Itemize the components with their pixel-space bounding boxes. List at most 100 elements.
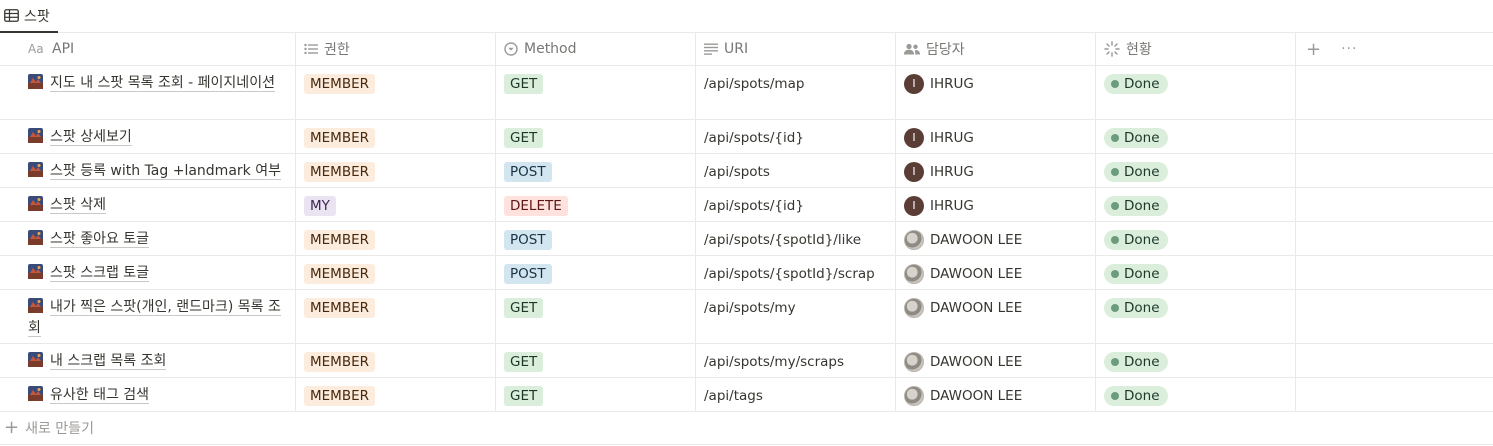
method-cell[interactable]: GET [496,120,696,153]
role-tag: MY [304,196,336,216]
status-cell[interactable]: Done [1096,154,1296,187]
empty-cell [1296,222,1493,255]
owner-cell[interactable]: I IHRUG [896,188,1096,221]
role-tag: MEMBER [304,386,375,406]
more-options-button[interactable]: ··· [1341,41,1357,57]
uri-cell[interactable]: /api/tags [696,378,896,411]
page-icon [28,264,43,279]
table-body: 지도 내 스팟 목록 조회 - 페이지네이션 MEMBER GET /api/s… [0,66,1493,412]
api-cell[interactable]: 스팟 좋아요 토글 [0,222,296,255]
status-cell[interactable]: Done [1096,378,1296,411]
api-title: 스팟 좋아요 토글 [50,231,150,248]
uri-cell[interactable]: /api/spots/{id} [696,120,896,153]
api-cell[interactable]: 스팟 삭제 [0,188,296,221]
owner-cell[interactable]: DAWOON LEE [896,290,1096,343]
owner-cell[interactable]: DAWOON LEE [896,344,1096,377]
role-cell[interactable]: MEMBER [296,120,496,153]
role-tag: MEMBER [304,162,375,182]
api-cell[interactable]: 내가 찍은 스팟(개인, 랜드마크) 목록 조회 [0,290,296,343]
table-row[interactable]: 내가 찍은 스팟(개인, 랜드마크) 목록 조회 MEMBER GET /api… [0,290,1493,344]
owner-cell[interactable]: DAWOON LEE [896,256,1096,289]
role-cell[interactable]: MEMBER [296,290,496,343]
table-row[interactable]: 지도 내 스팟 목록 조회 - 페이지네이션 MEMBER GET /api/s… [0,66,1493,120]
role-cell[interactable]: MEMBER [296,222,496,255]
role-tag: MEMBER [304,352,375,372]
api-cell[interactable]: 유사한 태그 검색 [0,378,296,411]
empty-cell [1296,154,1493,187]
method-cell[interactable]: GET [496,378,696,411]
uri-cell[interactable]: /api/spots/map [696,66,896,119]
uri-cell[interactable]: /api/spots/my [696,290,896,343]
uri-cell[interactable]: /api/spots/{spotId}/like [696,222,896,255]
owner-cell[interactable]: I IHRUG [896,66,1096,119]
owner-name: IHRUG [930,76,974,92]
uri-cell[interactable]: /api/spots/my/scraps [696,344,896,377]
uri-cell[interactable]: /api/spots [696,154,896,187]
owner-cell[interactable]: I IHRUG [896,154,1096,187]
api-title: 스팟 상세보기 [50,129,132,146]
api-cell[interactable]: 내 스크랩 목록 조회 [0,344,296,377]
uri-text: /api/spots/my/scraps [704,354,844,370]
table-row[interactable]: 내 스크랩 목록 조회 MEMBER GET /api/spots/my/scr… [0,344,1493,378]
status-label: Done [1124,388,1160,404]
api-cell[interactable]: 스팟 스크랩 토글 [0,256,296,289]
column-header-owner[interactable]: 담당자 [896,33,1096,65]
status-cell[interactable]: Done [1096,66,1296,119]
column-header-label: Method [524,41,577,57]
uri-cell[interactable]: /api/spots/{spotId}/scrap [696,256,896,289]
column-header-api[interactable]: Aa API [0,33,296,65]
status-cell[interactable]: Done [1096,188,1296,221]
status-dot-icon [1111,358,1119,366]
status-cell[interactable]: Done [1096,290,1296,343]
status-badge: Done [1104,264,1168,284]
column-header-method[interactable]: Method [496,33,696,65]
status-cell[interactable]: Done [1096,222,1296,255]
owner-name: IHRUG [930,130,974,146]
avatar: I [904,74,924,94]
table-row[interactable]: 스팟 스크랩 토글 MEMBER POST /api/spots/{spotId… [0,256,1493,290]
uri-text: /api/spots/{spotId}/like [704,232,862,248]
method-cell[interactable]: GET [496,344,696,377]
column-header-role[interactable]: 권한 [296,33,496,65]
page-icon [28,298,43,313]
api-title: 유사한 태그 검색 [50,387,150,404]
status-dot-icon [1111,134,1119,142]
table-row[interactable]: 스팟 좋아요 토글 MEMBER POST /api/spots/{spotId… [0,222,1493,256]
method-cell[interactable]: GET [496,290,696,343]
role-cell[interactable]: MY [296,188,496,221]
role-cell[interactable]: MEMBER [296,256,496,289]
add-column-button[interactable]: + [1306,39,1321,60]
method-cell[interactable]: POST [496,256,696,289]
owner-cell[interactable]: DAWOON LEE [896,378,1096,411]
role-cell[interactable]: MEMBER [296,344,496,377]
table-row[interactable]: 스팟 상세보기 MEMBER GET /api/spots/{id} I IHR… [0,120,1493,154]
api-cell[interactable]: 스팟 등록 with Tag +landmark 여부 [0,154,296,187]
column-header-uri[interactable]: URI [696,33,896,65]
status-label: Done [1124,130,1160,146]
table-row[interactable]: 유사한 태그 검색 MEMBER GET /api/tags DAWOON LE… [0,378,1493,412]
api-title: 스팟 삭제 [50,197,106,214]
table-row[interactable]: 스팟 등록 with Tag +landmark 여부 MEMBER POST … [0,154,1493,188]
method-cell[interactable]: GET [496,66,696,119]
api-title: 스팟 등록 with Tag +landmark 여부 [50,163,281,180]
new-row-button[interactable]: + 새로 만들기 [0,412,1493,445]
owner-cell[interactable]: I IHRUG [896,120,1096,153]
method-cell[interactable]: POST [496,222,696,255]
column-header-status[interactable]: 현황 [1096,33,1296,65]
role-cell[interactable]: MEMBER [296,66,496,119]
status-cell[interactable]: Done [1096,256,1296,289]
role-cell[interactable]: MEMBER [296,378,496,411]
status-cell[interactable]: Done [1096,344,1296,377]
view-tab-table[interactable]: 스팟 [0,0,58,33]
status-dot-icon [1111,304,1119,312]
method-tag: GET [504,128,544,148]
api-cell[interactable]: 스팟 상세보기 [0,120,296,153]
table-row[interactable]: 스팟 삭제 MY DELETE /api/spots/{id} I IHRUG … [0,188,1493,222]
method-cell[interactable]: POST [496,154,696,187]
api-cell[interactable]: 지도 내 스팟 목록 조회 - 페이지네이션 [0,66,296,119]
status-cell[interactable]: Done [1096,120,1296,153]
role-cell[interactable]: MEMBER [296,154,496,187]
owner-cell[interactable]: DAWOON LEE [896,222,1096,255]
uri-cell[interactable]: /api/spots/{id} [696,188,896,221]
method-cell[interactable]: DELETE [496,188,696,221]
